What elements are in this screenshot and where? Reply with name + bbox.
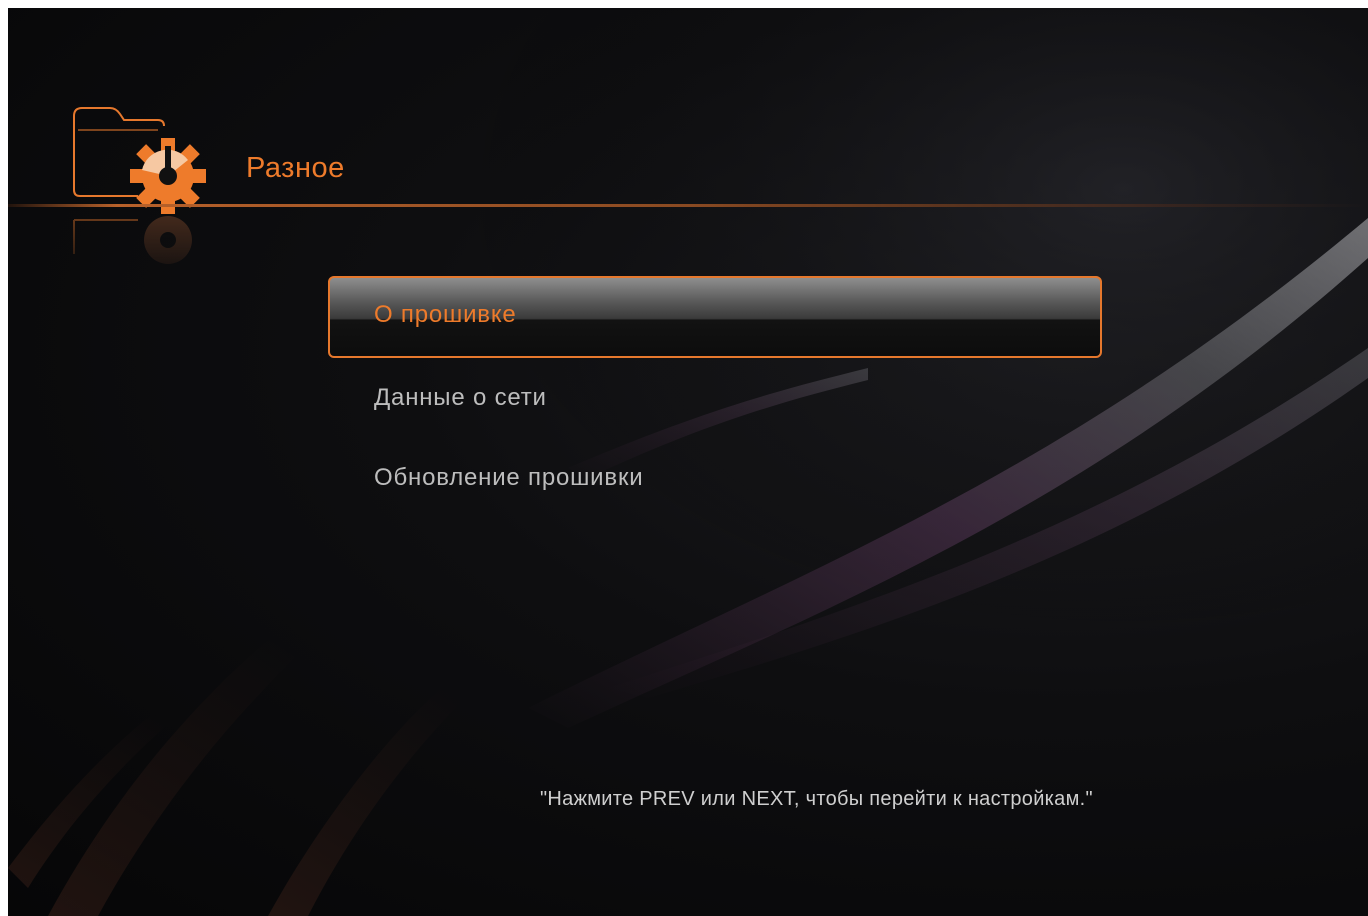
header-divider	[8, 204, 1368, 207]
menu-item-label: Обновление прошивки	[374, 464, 644, 491]
menu-item-network-info[interactable]: Данные о сети	[328, 358, 1102, 438]
settings-menu: О прошивке Данные о сети Обновление прош…	[328, 276, 1102, 518]
settings-screen: Разное О прошивке Данные о сети Обновлен…	[8, 8, 1368, 916]
menu-item-firmware-update[interactable]: Обновление прошивки	[328, 438, 1102, 518]
menu-item-firmware-info[interactable]: О прошивке	[328, 276, 1102, 358]
folder-gear-icon-reflection	[73, 216, 192, 264]
page-title: Разное	[246, 152, 345, 184]
navigation-hint: "Нажмите PREV или NEXT, чтобы перейти к …	[540, 788, 1093, 810]
folder-gear-icon	[73, 107, 206, 214]
menu-item-label: Данные о сети	[374, 384, 547, 411]
menu-item-label: О прошивке	[374, 301, 517, 328]
